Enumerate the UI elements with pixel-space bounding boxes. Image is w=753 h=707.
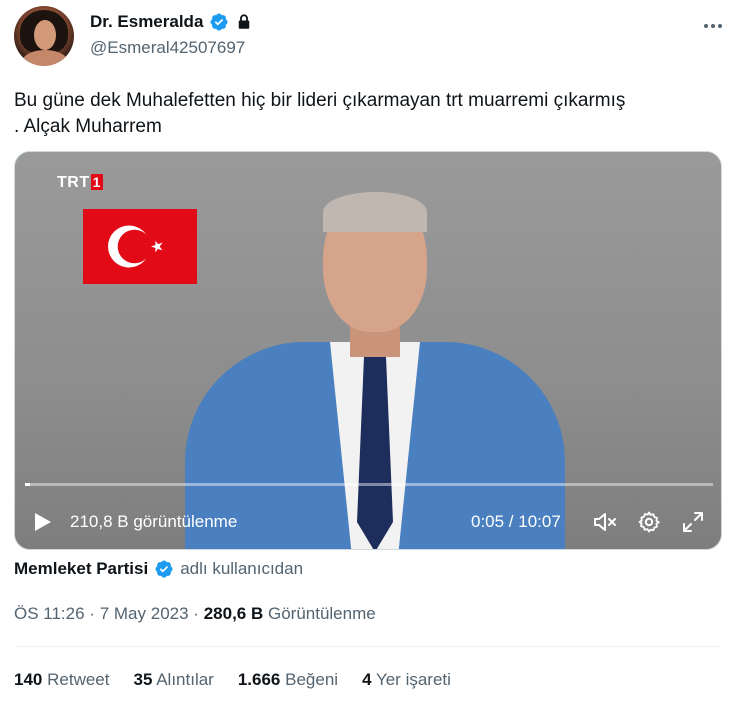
video-views: 210,8 B görüntülenme (70, 512, 238, 531)
tweet-stats: 140 Retweet 35 Alıntılar 1.666 Beğeni 4 … (14, 670, 451, 690)
dot (704, 24, 708, 28)
avatar-face (34, 20, 56, 50)
more-options-icon[interactable] (701, 14, 725, 38)
channel-logo-number: 1 (90, 174, 103, 190)
stat-quotes[interactable]: 35 Alıntılar (133, 670, 213, 690)
stat-number: 140 (14, 670, 43, 689)
play-icon[interactable] (33, 512, 53, 532)
display-name[interactable]: Dr. Esmeralda (90, 12, 203, 32)
lock-icon (239, 14, 250, 29)
tweet-header: Dr. Esmeralda @Esmeral42507697 (14, 6, 739, 68)
handle[interactable]: @Esmeral42507697 (90, 38, 245, 58)
speaker-figure (185, 192, 565, 549)
channel-logo-text: TRT (57, 174, 90, 191)
stat-likes[interactable]: 1.666 Beğeni (238, 670, 338, 690)
tweet-text: Bu güne dek Muhalefetten hiç bir lideri … (14, 88, 734, 140)
stat-number: 1.666 (237, 670, 281, 689)
mute-icon[interactable] (592, 510, 618, 534)
avatar-shoulder (22, 50, 68, 66)
video-time: 0:05 / 10:07 (471, 512, 561, 531)
stat-label: Retweet (47, 670, 110, 689)
divider (14, 646, 722, 647)
hair (323, 192, 427, 232)
tweet-meta: ÖS 11:26 · 7 May 2023 · 280,6 B Görüntül… (14, 604, 376, 624)
progress-track[interactable] (25, 483, 713, 486)
stat-label: Alıntılar (156, 670, 214, 689)
stat-bookmarks[interactable]: 4 Yer işareti (362, 670, 451, 690)
stat-number: 4 (362, 670, 372, 689)
stat-label: Beğeni (285, 670, 339, 689)
stat-number: 35 (133, 670, 153, 689)
attribution-source[interactable]: Memleket Partisi (14, 559, 148, 579)
turkish-flag-icon (83, 209, 197, 284)
tweet-views-count: 280,6 B (203, 604, 264, 623)
tweet-text-line2: . Alçak Muharrem (14, 116, 162, 137)
gear-icon[interactable] (637, 510, 661, 534)
video-controls: 210,8 B görüntülenme 0:05 / 10:07 (15, 500, 721, 544)
channel-logo: TRT 1 (57, 174, 103, 192)
attribution-suffix: adlı kullanıcıdan (180, 559, 304, 578)
name-row: Dr. Esmeralda (90, 12, 253, 32)
separator: · (193, 604, 199, 623)
video-player[interactable]: TRT 1 210,8 B görüntülenme 0:05 / 10:07 (14, 151, 722, 550)
media-attribution: Memleket Partisi adlı kullanıcıdan (14, 559, 303, 579)
tweet-views-label: Görüntülenme (267, 604, 376, 623)
fullscreen-icon[interactable] (681, 510, 705, 534)
stat-label: Yer işareti (375, 670, 451, 689)
separator: · (89, 604, 95, 623)
progress-fill (25, 483, 31, 486)
dot (718, 24, 722, 28)
tweet-time[interactable]: ÖS 11:26 (14, 604, 85, 623)
tweet-date[interactable]: 7 May 2023 (100, 604, 189, 623)
dot (711, 24, 715, 28)
verified-badge-icon (210, 13, 228, 31)
verified-badge-icon (155, 560, 173, 578)
tweet-text-line1: Bu güne dek Muhalefetten hiç bir lideri … (14, 90, 626, 111)
stat-retweets[interactable]: 140 Retweet (14, 670, 109, 690)
avatar[interactable] (14, 6, 74, 66)
